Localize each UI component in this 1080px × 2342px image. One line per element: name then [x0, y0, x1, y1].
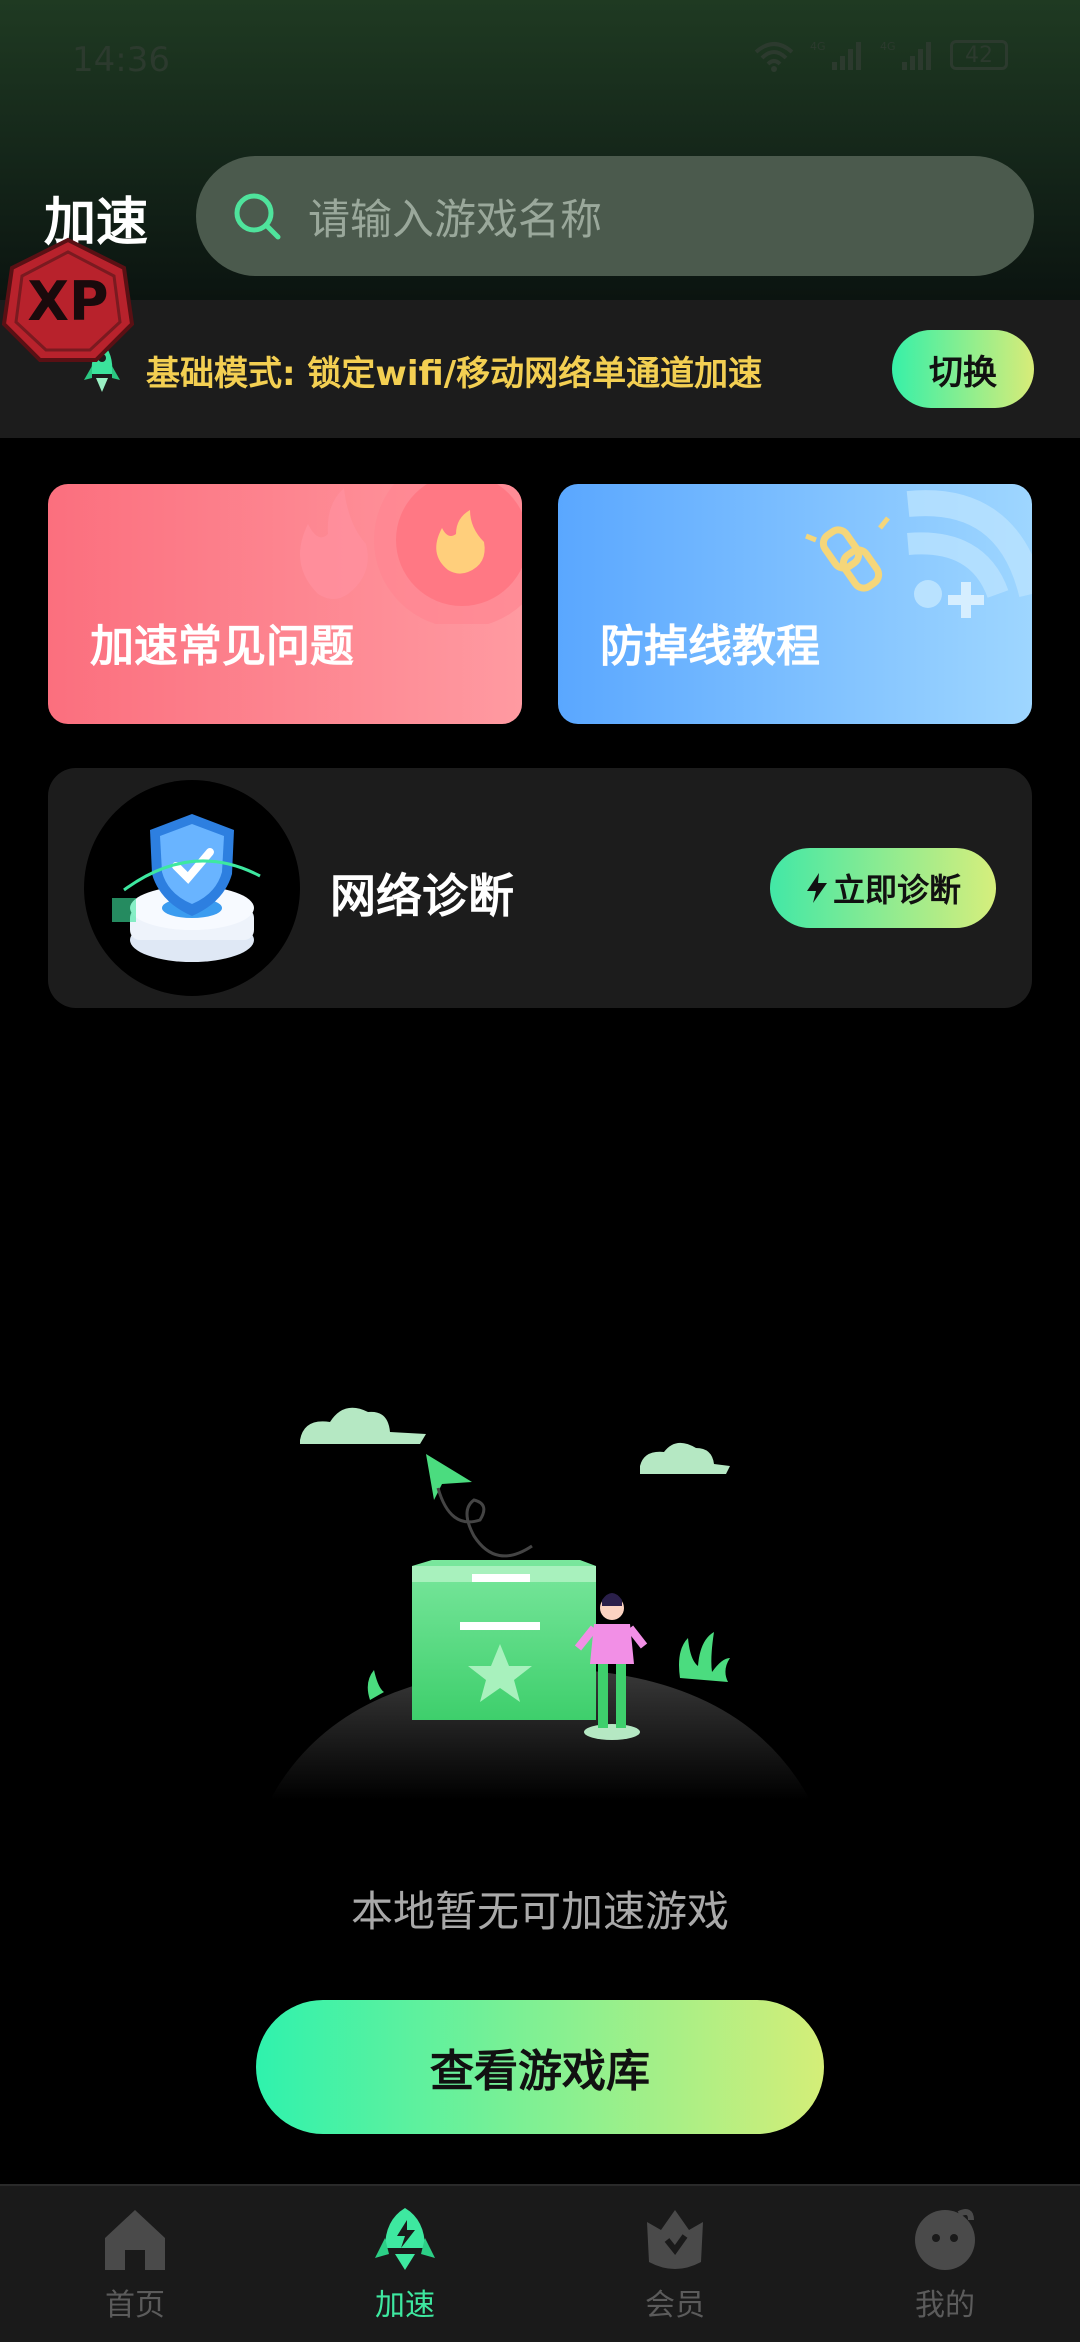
faq-card-label: 加速常见问题: [90, 621, 354, 672]
signal-icon-2: 4G: [880, 40, 931, 70]
nav-accelerate[interactable]: 加速: [270, 2186, 540, 2342]
shield-icon: [112, 814, 261, 962]
network-type-1: 4G: [810, 40, 826, 53]
signal-icon: 4G: [810, 40, 861, 70]
view-game-library-button[interactable]: 查看游戏库: [256, 2000, 824, 2134]
xp-badge: XP: [1, 237, 135, 362]
search-placeholder: 请输入游戏名称: [308, 194, 603, 244]
diagnose-now-button[interactable]: 立即诊断: [770, 848, 996, 928]
empty-box-illustration: [270, 1407, 810, 1800]
wifi-icon: [754, 42, 794, 72]
bottom-nav: 首页 加速 会员 我的: [0, 2184, 1080, 2342]
status-time: 14:36: [72, 40, 170, 80]
diagnosis-avatar: [84, 780, 300, 996]
home-icon: [105, 2210, 165, 2270]
anti-disconnect-card[interactable]: 防掉线教程: [558, 484, 1032, 724]
network-diagnosis-panel: 网络诊断 立即诊断: [48, 768, 1032, 1008]
search-icon: [234, 193, 281, 240]
flame-icon: [300, 484, 522, 624]
empty-state-message: 本地暂无可加速游戏: [350, 1887, 729, 1936]
status-bar: 14:36 4G 4G 42: [0, 30, 1080, 90]
battery-icon: 42: [950, 40, 1008, 70]
profile-icon: [915, 2209, 975, 2270]
diagnose-now-label: 立即诊断: [832, 871, 961, 909]
nav-profile-label: 我的: [915, 2288, 975, 2323]
lightning-icon: [806, 873, 827, 903]
switch-mode-button[interactable]: 切换: [892, 330, 1034, 408]
mode-text: 基础模式: 锁定wifi/移动网络单通道加速: [146, 354, 763, 394]
anti-disconnect-card-label: 防掉线教程: [600, 621, 820, 672]
status-icons: 4G 4G 42: [752, 38, 1008, 72]
mode-bar: 基础模式: 锁定wifi/移动网络单通道加速 切换: [0, 300, 1080, 438]
member-icon: [647, 2210, 703, 2269]
nav-accelerate-label: 加速: [375, 2288, 435, 2323]
faq-card[interactable]: 加速常见问题: [48, 484, 522, 724]
rocket-icon: [375, 2208, 435, 2270]
nav-home[interactable]: 首页: [0, 2186, 270, 2342]
network-type-2: 4G: [880, 40, 896, 53]
wifi-link-icon: [805, 490, 1032, 618]
nav-profile[interactable]: 我的: [810, 2186, 1080, 2342]
diagnosis-title: 网络诊断: [330, 869, 514, 923]
nav-home-label: 首页: [105, 2288, 165, 2323]
xp-badge-text: XP: [27, 270, 108, 333]
nav-member[interactable]: 会员: [540, 2186, 810, 2342]
search-input[interactable]: 请输入游戏名称: [196, 156, 1034, 276]
nav-member-label: 会员: [645, 2288, 705, 2323]
